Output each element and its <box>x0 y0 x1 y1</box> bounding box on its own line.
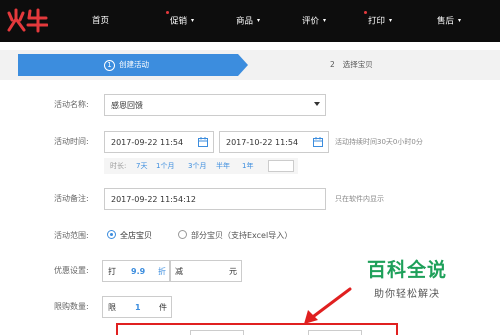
limit-prefix: 限 <box>108 303 116 312</box>
reduce-suffix: 元 <box>229 267 237 276</box>
calendar-icon[interactable] <box>198 137 208 147</box>
duration-option-7d[interactable]: 7天 <box>136 161 147 171</box>
nav-label-products: 商品 <box>236 16 254 27</box>
step-2-text: 选择宝贝 <box>342 60 373 69</box>
purchase-limit-label: 限购数量: <box>54 302 89 311</box>
chevron-down-icon: ▾ <box>257 17 261 24</box>
reduce-amount-input[interactable]: 减 元 <box>170 260 242 282</box>
activity-note-input[interactable]: 2017-09-22 11:54:12 <box>104 188 326 210</box>
activity-name-label: 活动名称: <box>54 100 89 109</box>
nav-promotion[interactable]: 促销 ▾ <box>166 11 195 28</box>
activity-note-label: 活动备注: <box>54 194 89 203</box>
nav-label-promotion: 促销 <box>170 16 188 27</box>
nav-products[interactable]: 商品 ▾ <box>236 14 260 28</box>
radio-checked-icon <box>107 230 116 239</box>
duration-option-1m[interactable]: 1个月 <box>156 161 174 171</box>
watermark-subtitle: 助你轻松解决 <box>374 289 440 300</box>
radio-unchecked-icon <box>178 230 187 239</box>
duration-option-6m[interactable]: 半年 <box>216 161 230 171</box>
chevron-down-icon: ▾ <box>191 17 195 24</box>
step-1-text: 创建活动 <box>119 60 149 69</box>
start-time-value: 2017-09-22 11:54 <box>111 138 184 147</box>
duration-quick-select: 时长: 7天 1个月 3个月 半年 1年 <box>104 158 298 174</box>
step-2-number: 2 <box>330 60 335 69</box>
activity-note-value: 2017-09-22 11:54:12 <box>111 195 196 204</box>
nav-label-reviews: 评价 <box>302 16 320 27</box>
end-time-input[interactable]: 2017-10-22 11:54 <box>219 131 329 153</box>
discount-value: 9.9 <box>131 267 146 276</box>
nav-label-print: 打印 <box>368 16 386 27</box>
scope-all-radio[interactable]: 全店宝贝 <box>107 230 152 242</box>
end-time-value: 2017-10-22 11:54 <box>226 138 299 147</box>
duration-label: 时长: <box>110 162 127 170</box>
note-hint: 只在软件内显示 <box>335 195 384 203</box>
scope-all-label: 全店宝贝 <box>120 231 152 240</box>
annotation-arrow-icon <box>304 287 352 324</box>
step-1-label: 1 创建活动 <box>104 59 149 71</box>
activity-time-label: 活动时间: <box>54 137 89 146</box>
discount-suffix: 折 <box>158 267 166 276</box>
chevron-down-icon: ▾ <box>458 17 462 24</box>
notification-dot <box>364 11 367 14</box>
discount-rate-input[interactable]: 打 9.9 折 <box>102 260 170 282</box>
step-2-label: 2 选择宝贝 <box>330 59 373 71</box>
custom-duration-input[interactable] <box>268 160 294 172</box>
chevron-down-icon: ▾ <box>389 17 393 24</box>
top-nav: 首页 促销 ▾ 商品 ▾ 评价 ▾ 打印 ▾ 售后 ▾ <box>0 0 500 42</box>
activity-name-value: 感恩回馈 <box>111 101 143 110</box>
chevron-down-icon <box>314 102 320 106</box>
nav-print[interactable]: 打印 ▾ <box>364 11 393 28</box>
discount-prefix: 打 <box>108 267 116 276</box>
discount-label: 优惠设置: <box>54 266 89 275</box>
chevron-down-icon: ▾ <box>323 17 327 24</box>
step-1-number: 1 <box>104 60 115 71</box>
limit-value: 1 <box>135 303 141 312</box>
duration-option-3m[interactable]: 3个月 <box>188 161 206 171</box>
duration-option-1y[interactable]: 1年 <box>242 161 253 171</box>
partial-input-field[interactable] <box>308 330 362 335</box>
limit-suffix: 件 <box>159 303 167 312</box>
purchase-limit-input[interactable]: 限 1 件 <box>102 296 172 318</box>
scope-partial-label: 部分宝贝（支持Excel导入） <box>191 231 293 240</box>
notification-dot <box>166 11 169 14</box>
watermark-title: 百科全说 <box>367 259 448 281</box>
nav-after-sales[interactable]: 售后 ▾ <box>437 14 461 28</box>
reduce-prefix: 减 <box>175 267 183 276</box>
nav-label-home: 首页 <box>92 16 110 26</box>
nav-reviews[interactable]: 评价 ▾ <box>302 14 326 28</box>
nav-label-after-sales: 售后 <box>437 16 455 27</box>
activity-scope-label: 活动范围: <box>54 231 89 240</box>
calendar-icon[interactable] <box>313 137 323 147</box>
scope-partial-radio[interactable]: 部分宝贝（支持Excel导入） <box>178 230 292 242</box>
partial-input-field[interactable] <box>190 330 244 335</box>
activity-name-select[interactable]: 感恩回馈 <box>104 94 326 116</box>
time-duration-hint: 活动持续时间30天0小时0分 <box>335 138 423 146</box>
logo[interactable] <box>6 7 48 33</box>
start-time-input[interactable]: 2017-09-22 11:54 <box>104 131 214 153</box>
nav-home[interactable]: 首页 <box>92 14 109 28</box>
